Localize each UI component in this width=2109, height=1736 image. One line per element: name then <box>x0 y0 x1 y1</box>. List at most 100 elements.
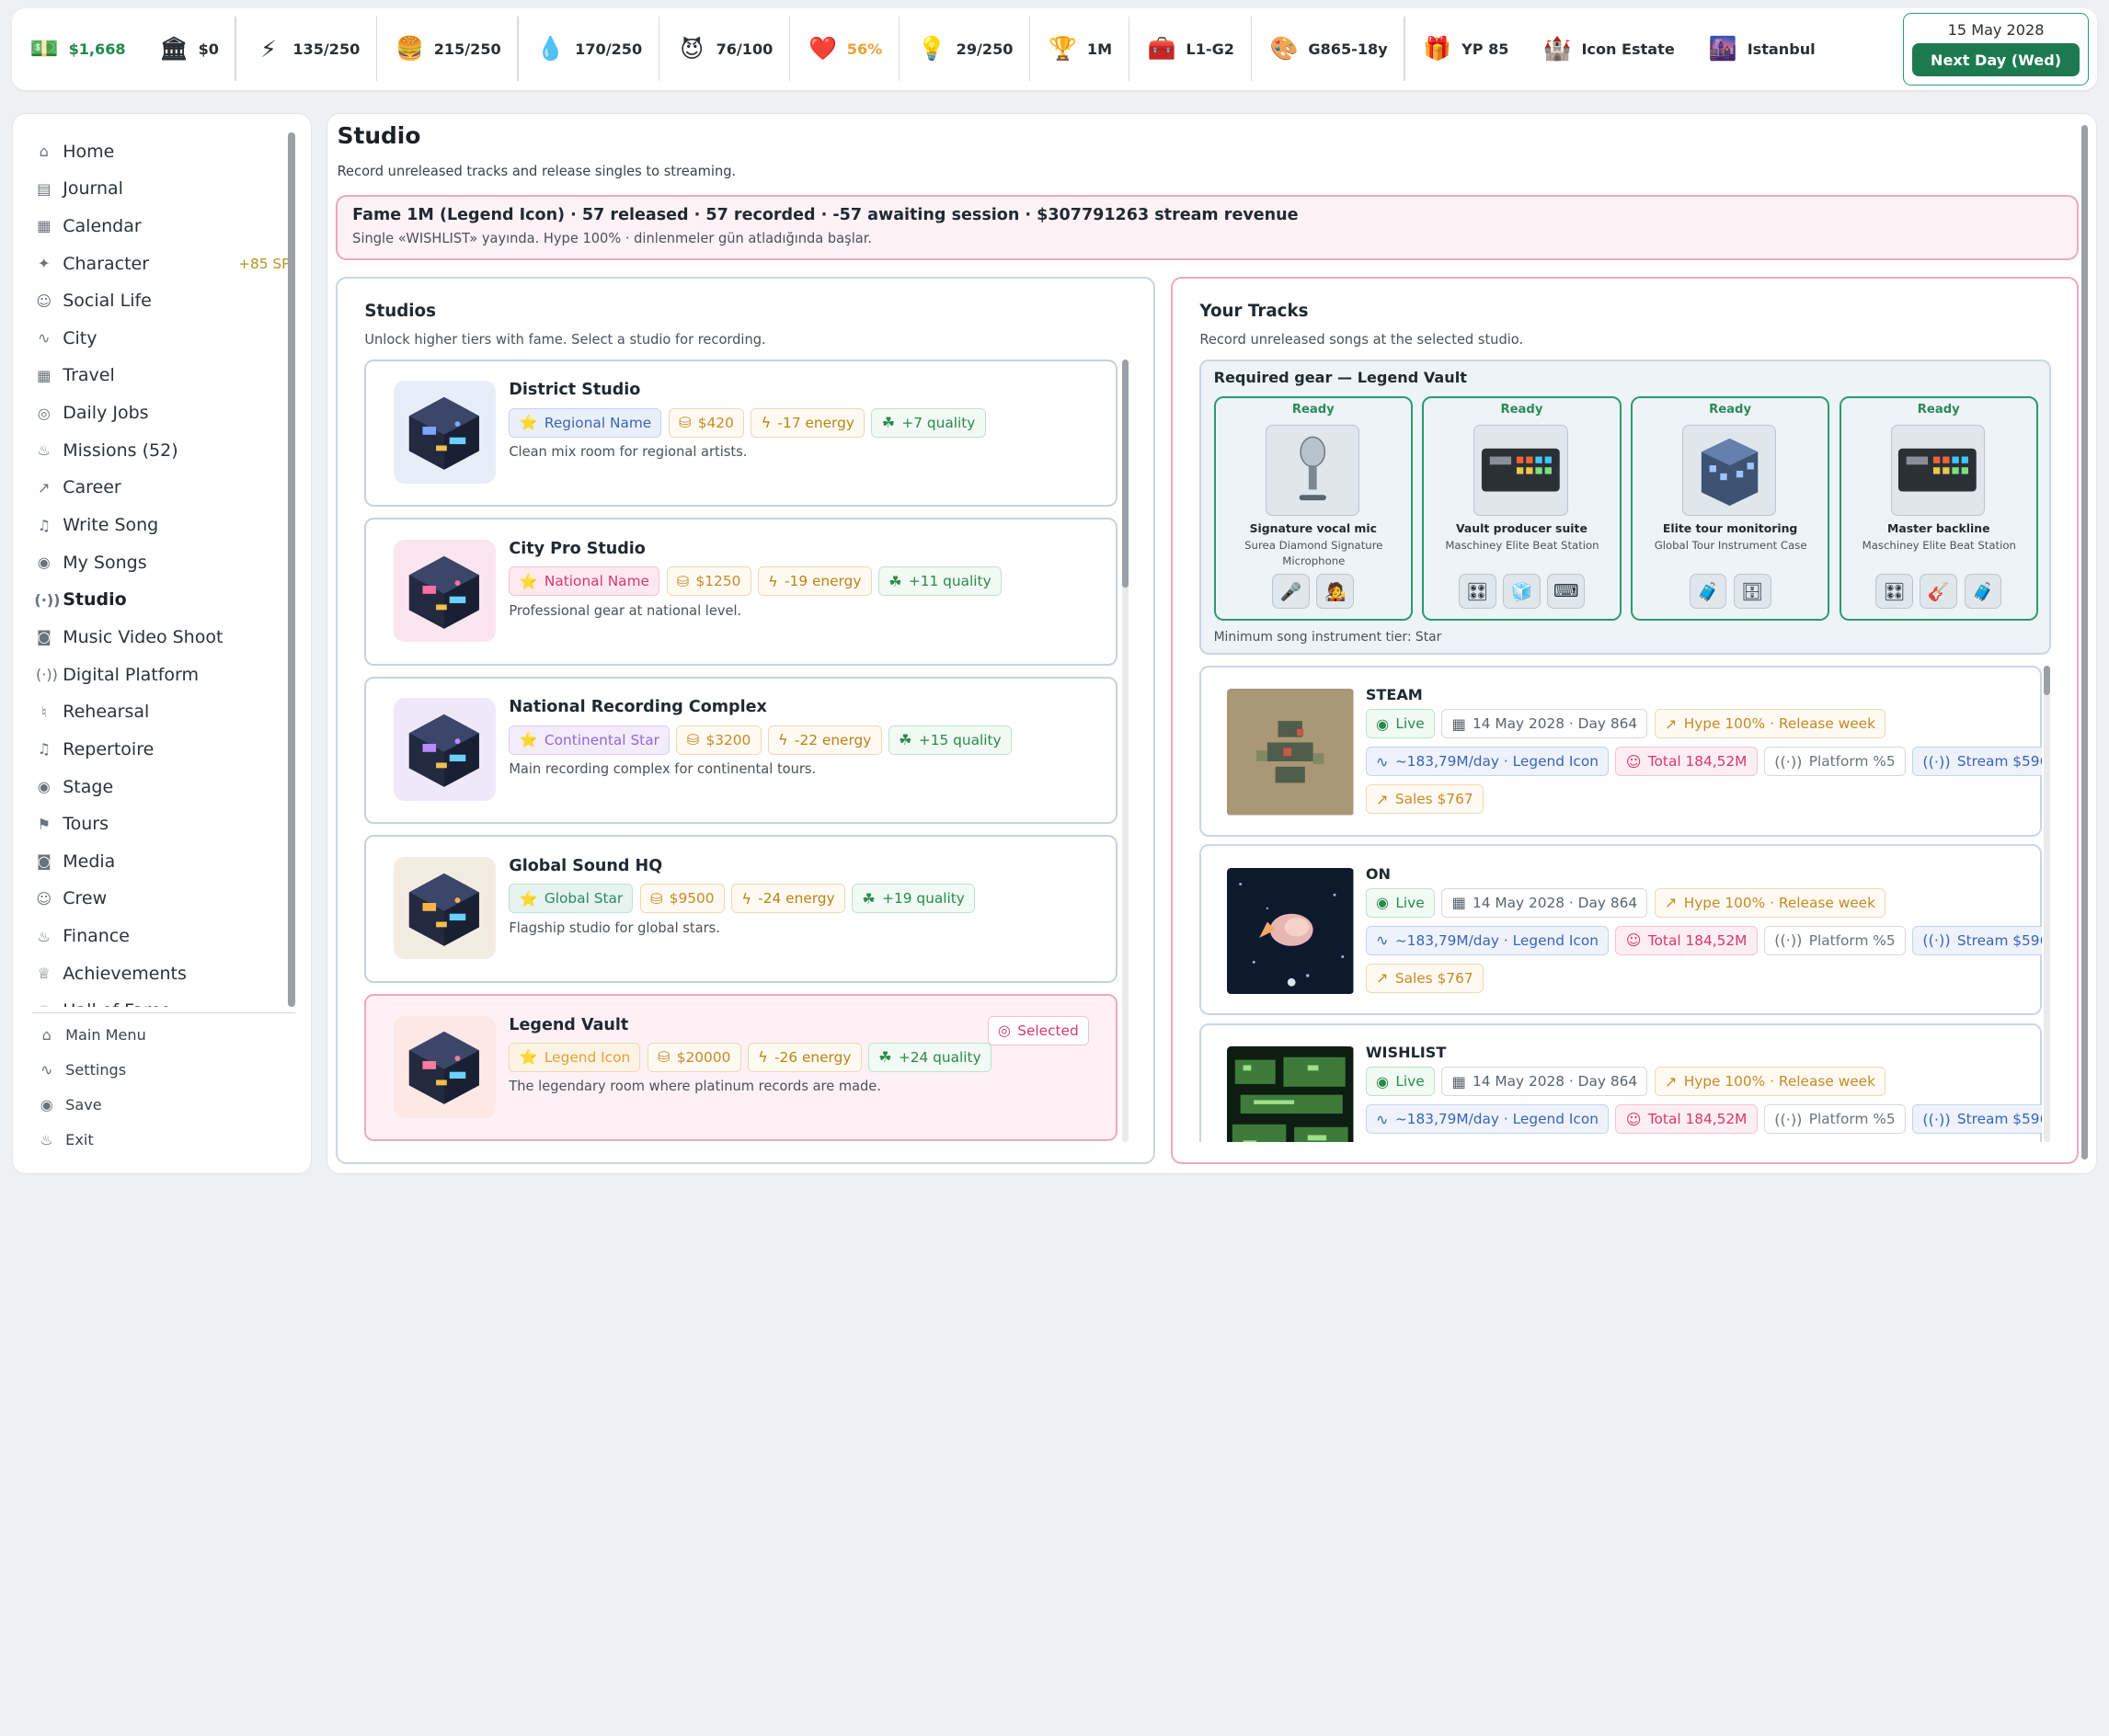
gear-card[interactable]: Ready Signature vocal mic Surea Diamond Si… <box>1213 395 1413 621</box>
track-card[interactable]: WISHLIST ◉ Live ▦ 14 May 2028 · Day 864 ↗ Hype… <box>1199 1022 2042 1142</box>
sidebar-item-hall-of-fame[interactable]: ♕ Hall of Fame <box>35 992 291 1006</box>
tracks-card: Your Tracks Record unreleased songs at t… <box>1171 276 2080 1164</box>
sidebar-scrollbar[interactable] <box>288 132 295 1007</box>
character-code-stat[interactable]: 🎨 G865-18y <box>1252 8 1404 90</box>
sidebar-item-travel[interactable]: ▦ Travel <box>35 357 291 394</box>
studio-card[interactable]: Legend Vault ⭐ Legend Icon ⛁ $20000 ϟ -26 ener… <box>364 993 1118 1142</box>
sidebar-item-music-video-shoot[interactable]: ◙ Music Video Shoot <box>35 619 291 657</box>
studio-chips: ⭐ Legend Icon ⛁ $20000 ϟ -26 energy ☘ +24 quali… <box>509 1042 991 1072</box>
hydration-stat[interactable]: 💧 170/250 <box>519 8 659 90</box>
total-streams: ☺ Total 184,52M <box>1615 1104 1758 1135</box>
gear-slot[interactable]: 🗄 <box>1733 574 1771 610</box>
cash-stat[interactable]: 💵 $1,668 <box>12 8 142 90</box>
studio-card[interactable]: District Studio ⭐ Regional Name ⛁ $420 ϟ -17 e… <box>364 359 1118 508</box>
sidebar-item-digital-platform[interactable]: ((·)) Digital Platform <box>35 656 291 693</box>
platform-share: ((·)) Platform %5 <box>1763 925 1906 955</box>
sidebar-item-career[interactable]: ↗ Career <box>35 469 291 507</box>
gear-card[interactable]: Ready Vault producer suite Maschiney Elite… <box>1422 395 1622 621</box>
scrollbar-thumb[interactable] <box>1122 359 1129 588</box>
sidebar-item-social-life[interactable]: ☺ Social Life <box>35 282 291 320</box>
sidebar-item-label: Music Video Shoot <box>63 626 224 647</box>
sidebar-item-repertoire[interactable]: ♫ Repertoire <box>35 731 291 769</box>
gear-slot[interactable]: ⌨ <box>1547 574 1586 610</box>
gear-slot[interactable]: 🧳 <box>1964 574 2002 610</box>
scrollbar-thumb[interactable] <box>2043 665 2050 696</box>
gear-slot[interactable]: 🎸 <box>1920 574 1958 610</box>
gear-card[interactable]: Ready Master backline Maschiney Elite Beat… <box>1839 395 2038 621</box>
sidebar-item-city[interactable]: ∿ City <box>35 320 291 358</box>
sidebar-bottom-exit[interactable]: ♨ Exit <box>37 1123 145 1158</box>
level-stat[interactable]: 🧰 L1-G2 <box>1129 8 1250 90</box>
sidebar-item-tours[interactable]: ⚑ Tours <box>35 805 291 843</box>
total-streams: ☺ Total 184,52M <box>1615 925 1758 955</box>
energy-stat[interactable]: ⚡ 135/250 <box>236 8 376 90</box>
sidebar-item-rehearsal[interactable]: ♮ Rehearsal <box>35 693 291 731</box>
mood-stat[interactable]: 😈 76/100 <box>659 8 789 90</box>
health-stat[interactable]: ❤️ 56% <box>790 8 898 90</box>
sidebar-bottom-label: Main Menu <box>65 1025 146 1044</box>
listeners-icon: ☺ <box>1625 1110 1642 1128</box>
gear-slot[interactable]: 🧳 <box>1689 574 1727 610</box>
sidebar-bottom-settings[interactable]: ∿ Settings <box>37 1053 145 1088</box>
release-date: ▦ 14 May 2028 · Day 864 <box>1441 1067 1648 1097</box>
sidebar-bottom-main-menu[interactable]: ⌂ Main Menu <box>37 1017 146 1052</box>
cost-badge: ⛁ $20000 <box>647 1042 741 1072</box>
sidebar-item-journal[interactable]: ▤ Journal <box>35 170 291 208</box>
bank-stat[interactable]: 🏛 $0 <box>142 8 235 90</box>
track-name: ON <box>1365 864 1391 883</box>
gear-image <box>1473 424 1568 517</box>
sidebar-item-finance[interactable]: ♨ Finance <box>35 918 291 955</box>
track-card[interactable]: ON ◉ Live ▦ 14 May 2028 · Day 864 ↗ Hype 100% … <box>1199 844 2042 1016</box>
main-scrollbar[interactable] <box>2080 124 2088 1160</box>
broadcast-icon: ((·)) <box>1774 1110 1803 1128</box>
track-name: STEAM <box>1365 686 1423 704</box>
sidebar-item-achievements[interactable]: ♕ Achievements <box>35 954 291 992</box>
sidebar-item-home[interactable]: ⌂ Home <box>35 132 291 170</box>
sidebar-item-character[interactable]: ✦ Character +85 SP <box>35 245 290 282</box>
studio-card[interactable]: National Recording Complex ⭐ Continental S… <box>364 676 1118 825</box>
scrollbar-thumb[interactable] <box>288 132 295 1007</box>
sidebar-item-missions-52[interactable]: ♨ Missions (52) <box>35 431 291 469</box>
sidebar-bottom-save[interactable]: ◉ Save <box>37 1088 145 1123</box>
sidebar-item-daily-jobs[interactable]: ◎ Daily Jobs <box>35 394 291 432</box>
sidebar-item-media[interactable]: ◙ Media <box>35 842 291 880</box>
gear-name: Signature vocal mic <box>1249 521 1377 536</box>
city-stat[interactable]: 🌆 Istanbul <box>1691 8 1831 90</box>
gear-name: Elite tour monitoring <box>1662 521 1798 536</box>
listeners-icon: ☺ <box>1625 931 1642 950</box>
scrollbar-thumb[interactable] <box>2080 124 2088 1160</box>
sidebar-item-calendar[interactable]: ▦ Calendar <box>35 208 291 246</box>
daily-streams: ∿ ~183,79M/day · Legend Icon <box>1365 925 1610 955</box>
fame-stat[interactable]: 🏆 1M <box>1030 8 1128 90</box>
sidebar-item-crew[interactable]: ☺ Crew <box>35 880 291 918</box>
quality-value: +15 quality <box>918 731 1002 748</box>
studio-card[interactable]: Global Sound HQ ⭐ Global Star ⛁ $9500 ϟ -24 en… <box>364 835 1118 983</box>
hunger-value: 215/250 <box>433 40 501 58</box>
ribbon-icon: ☘ <box>881 414 896 432</box>
video-icon: ◙ <box>36 628 52 646</box>
hunger-stat[interactable]: 🍔 215/250 <box>377 8 517 90</box>
gear-card[interactable]: Ready Elite tour monitoring Global Tour In… <box>1630 395 1830 621</box>
status-badge-value: Live <box>1395 894 1425 911</box>
studio-list-scrollbar[interactable] <box>1122 359 1129 1142</box>
gear-slot[interactable]: 🎤 <box>1272 574 1311 610</box>
gear-slot[interactable]: 🧊 <box>1502 574 1541 610</box>
track-card[interactable]: STEAM ◉ Live ▦ 14 May 2028 · Day 864 ↗ Hype 10… <box>1199 665 2042 837</box>
sidebar-item-label: Journal <box>63 178 123 200</box>
hype-badge: ↗ Hype 100% · Release week <box>1654 887 1886 918</box>
next-day-button[interactable]: Next Day (Wed) <box>1912 42 2080 77</box>
estate-stat[interactable]: 🏰 Icon Estate <box>1525 8 1691 90</box>
gear-slot[interactable]: 🧑‍🎤 <box>1316 574 1355 610</box>
track-list-scrollbar[interactable] <box>2043 665 2050 1142</box>
sidebar-item-write-song[interactable]: ♫ Write Song <box>35 507 291 544</box>
coins-icon: ⛁ <box>686 731 700 749</box>
sidebar-item-stage[interactable]: ◉ Stage <box>35 768 291 805</box>
sidebar-item-my-songs[interactable]: ◉ My Songs <box>35 543 291 581</box>
yp-stat[interactable]: 🎁 YP 85 <box>1405 8 1525 90</box>
inspiration-stat[interactable]: 💡 29/250 <box>900 8 1029 90</box>
studio-card[interactable]: City Pro Studio ⭐ National Name ⛁ $1250 ϟ -19 … <box>364 518 1118 666</box>
sidebar-item-studio[interactable]: ((·))Studio <box>35 581 291 619</box>
gear-slot[interactable]: 🎛 <box>1875 574 1913 610</box>
gear-slot[interactable]: 🎛 <box>1458 574 1496 610</box>
sidebar-item-label: City <box>63 327 97 348</box>
